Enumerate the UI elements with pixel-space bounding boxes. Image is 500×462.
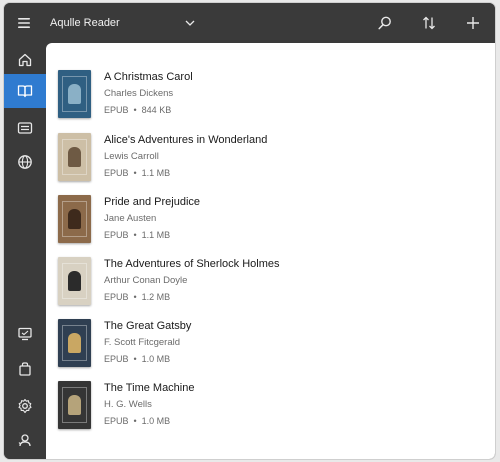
add-button[interactable] <box>451 3 495 43</box>
nav-store[interactable] <box>4 352 46 386</box>
book-author: Arthur Conan Doyle <box>104 275 188 286</box>
home-icon <box>18 53 32 67</box>
list-item[interactable]: A Christmas Carol Charles Dickens EPUB • 8… <box>58 70 478 122</box>
list-item[interactable]: The Great Gatsby F. Scott Fitcgerald EPU… <box>58 319 478 371</box>
book-title: Alice's Adventures in Wonderland <box>104 134 268 146</box>
nav-screen[interactable] <box>4 317 46 351</box>
book-size: 1.0 MB <box>141 416 171 426</box>
nav-home[interactable] <box>4 43 46 77</box>
book-author: Jane Austen <box>104 213 157 224</box>
book-author: H. G. Wells <box>104 399 152 410</box>
book-title: A Christmas Carol <box>104 71 193 83</box>
book-cover <box>58 257 91 305</box>
book-title: The Adventures of Sherlock Holmes <box>104 258 280 270</box>
globe-icon <box>18 155 32 169</box>
nav-library[interactable] <box>4 74 46 108</box>
book-title: The Great Gatsby <box>104 320 192 332</box>
hamburger-icon <box>18 18 30 28</box>
book-cover <box>58 319 91 367</box>
search-button[interactable] <box>363 3 407 43</box>
nav-web[interactable] <box>4 145 46 179</box>
book-cover <box>58 70 91 118</box>
search-icon <box>378 16 391 30</box>
book-cover <box>58 195 91 243</box>
app-title: Aqulle Reader <box>50 17 120 29</box>
book-size: 1.1 MB <box>141 230 171 240</box>
app-window: Aqulle Reader A Christmas Carol Charles … <box>4 3 495 459</box>
list-item[interactable]: The Adventures of Sherlock Holmes Arthur… <box>58 257 478 309</box>
book-format: EPUB <box>104 168 129 178</box>
book-size: 1.2 MB <box>141 292 171 302</box>
list-item[interactable]: The Time Machine H. G. Wells EPUB • 1.0 MB <box>58 381 478 433</box>
book-author: F. Scott Fitcgerald <box>104 337 181 348</box>
book-format: EPUB <box>104 105 129 115</box>
nav-settings[interactable] <box>4 389 46 423</box>
plus-icon <box>467 17 479 29</box>
book-size: 1.1 MB <box>141 168 171 178</box>
sort-button[interactable] <box>407 3 451 43</box>
book-title: Pride and Prejudice <box>104 196 201 208</box>
book-list: A Christmas Carol Charles Dickens EPUB • 8… <box>46 43 495 459</box>
list-item[interactable]: Pride and Prejudice Jane Austen EPUB • 1.1… <box>58 195 478 247</box>
book-format: EPUB <box>104 292 129 302</box>
nav-profile[interactable] <box>4 423 46 457</box>
gear-icon <box>18 398 32 414</box>
book-cover <box>58 133 91 181</box>
book-author: Lewis Carroll <box>104 151 159 162</box>
bag-icon <box>19 362 31 376</box>
profile-icon <box>18 434 31 447</box>
book-format: EPUB <box>104 416 129 426</box>
library-dropdown[interactable] <box>182 15 198 31</box>
book-format: EPUB <box>104 354 129 364</box>
book-size: 1.0 MB <box>141 354 171 364</box>
list-item[interactable]: Alice's Adventures in Wonderland Lewis C… <box>58 133 478 185</box>
book-title: The Time Machine <box>104 382 195 394</box>
list-icon <box>17 122 33 134</box>
title-bar: Aqulle Reader <box>4 3 495 43</box>
sort-icon <box>423 16 435 30</box>
chevron-down-icon <box>185 20 195 26</box>
monitor-icon <box>18 327 32 341</box>
book-format: EPUB <box>104 230 129 240</box>
library-icon <box>17 85 33 98</box>
book-cover <box>58 381 91 429</box>
book-author: Charles Dickens <box>104 88 174 99</box>
menu-button[interactable] <box>4 3 44 43</box>
sidebar <box>4 43 46 459</box>
book-size: 844 KB <box>141 105 172 115</box>
nav-list[interactable] <box>4 111 46 145</box>
